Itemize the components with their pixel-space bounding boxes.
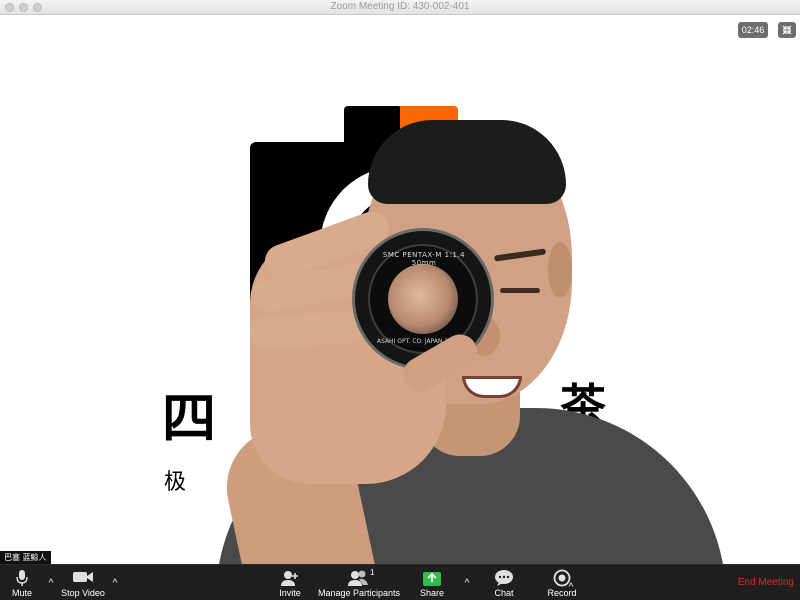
invite-label: Invite bbox=[279, 588, 301, 598]
zoom-meeting-window: Zoom Meeting ID: 430-002-401 四 茶 极 速 SMC… bbox=[0, 0, 800, 600]
camera-lens-glass bbox=[388, 264, 458, 334]
invite-button[interactable]: Invite bbox=[274, 565, 306, 600]
stop-video-button[interactable]: Stop Video bbox=[60, 565, 106, 600]
fullscreen-exit-button[interactable] bbox=[778, 22, 796, 38]
participant-ear bbox=[548, 242, 572, 298]
lens-engraving-top: SMC PENTAX-M 1:1.4 50mm bbox=[382, 251, 466, 267]
chat-label: Chat bbox=[494, 588, 514, 598]
background-logo-glyph-left: 四 bbox=[162, 387, 216, 450]
share-label: Share bbox=[419, 588, 445, 598]
participant-name-tag: 巴塞 蓝鲸人 bbox=[0, 551, 51, 564]
stop-video-label: Stop Video bbox=[61, 588, 105, 598]
share-screen-button[interactable]: Share bbox=[416, 565, 448, 600]
video-stage: 四 茶 极 速 SMC PENTAX-M 1:1.4 50mm ASAHI OP… bbox=[0, 16, 800, 564]
manage-participants-label: Manage Participants bbox=[318, 588, 401, 598]
manage-participants-button[interactable]: 1 Manage Participants bbox=[318, 565, 400, 600]
fullscreen-exit-icon bbox=[782, 25, 792, 35]
mute-button[interactable]: Mute bbox=[6, 565, 38, 600]
title-bar: Zoom Meeting ID: 430-002-401 bbox=[0, 0, 800, 15]
end-meeting-button[interactable]: End Meeting bbox=[738, 565, 794, 600]
video-options-chevron-up-icon[interactable]: ^ bbox=[110, 579, 120, 589]
mute-label: Mute bbox=[11, 588, 32, 598]
video-camera-icon bbox=[72, 569, 94, 590]
record-options-chevron-up-icon[interactable]: ^ bbox=[566, 583, 576, 593]
participant-eye bbox=[500, 288, 540, 293]
participant-hair bbox=[368, 120, 566, 204]
audio-options-chevron-up-icon[interactable]: ^ bbox=[46, 579, 56, 589]
share-options-chevron-up-icon[interactable]: ^ bbox=[462, 579, 472, 589]
chat-button[interactable]: Chat bbox=[488, 565, 520, 600]
window-title: Zoom Meeting ID: 430-002-401 bbox=[330, 1, 470, 12]
meeting-toolbar: Mute ^ Stop Video ^ Invite 1 Manage Part… bbox=[0, 564, 800, 600]
meeting-timer: 02:46 bbox=[738, 22, 768, 38]
participants-count-badge: 1 bbox=[370, 568, 375, 577]
